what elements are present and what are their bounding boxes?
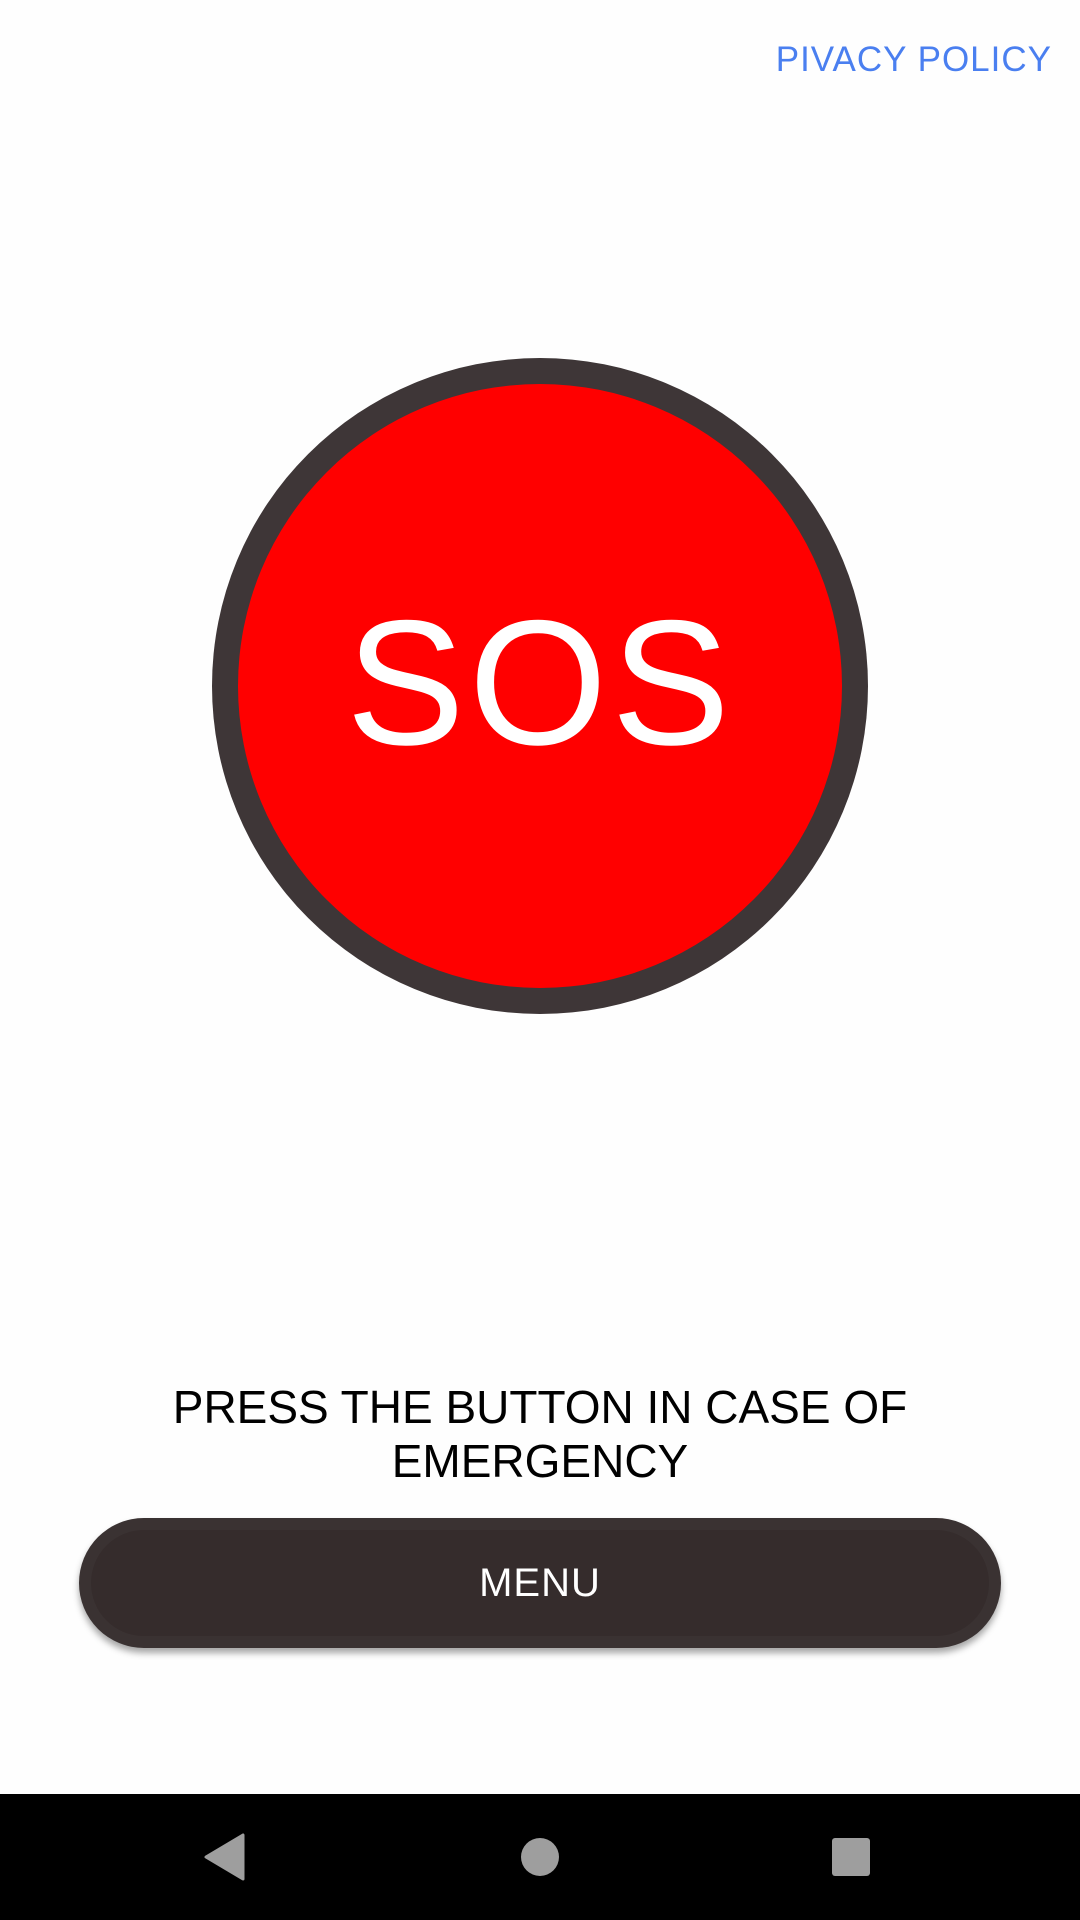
app-screen: PIVACY POLICY SOS PRESS THE BUTTON IN CA… — [0, 0, 1080, 1920]
emergency-instructions: PRESS THE BUTTON IN CASE OF EMERGENCY — [172, 1381, 908, 1487]
sos-button[interactable]: SOS — [212, 358, 868, 1014]
menu-button-label: MENU — [479, 1560, 601, 1605]
nav-home-button[interactable] — [470, 1794, 610, 1920]
system-navigation-bar — [0, 1794, 1080, 1920]
privacy-policy-link[interactable]: PIVACY POLICY — [776, 40, 1052, 80]
sos-button-face: SOS — [238, 384, 842, 988]
menu-button[interactable]: MENU — [79, 1518, 1001, 1648]
nav-back-button[interactable] — [155, 1794, 295, 1920]
sos-button-label: SOS — [346, 583, 734, 782]
back-triangle-icon — [204, 1833, 245, 1881]
nav-recents-button[interactable] — [781, 1794, 921, 1920]
home-circle-icon — [521, 1838, 559, 1876]
recents-square-icon — [832, 1838, 870, 1876]
